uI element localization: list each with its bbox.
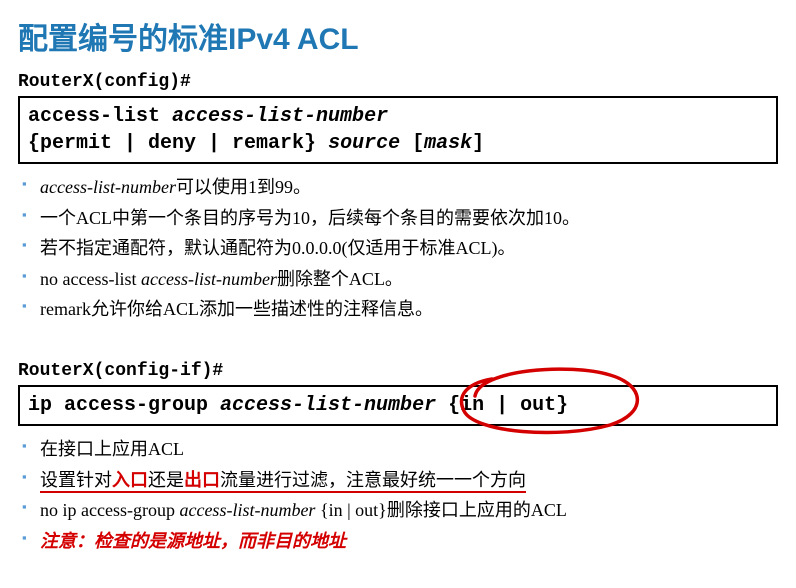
list-item: no ip access-group access-list-number {i… (18, 495, 778, 526)
underlined-text: 设置针对入口还是出口流量进行过滤，注意最好统一一个方向 (40, 470, 526, 493)
text: 流量进行过滤，注意最好统一一个方向 (220, 470, 526, 490)
italic-arg: access-list-number (141, 269, 277, 289)
syntax-keyword: ] (472, 132, 484, 155)
syntax-arg: mask (424, 132, 472, 155)
syntax-box-1: access-list access-list-number {permit |… (18, 96, 778, 164)
syntax-box-2: ip access-group access-list-number {in |… (18, 385, 778, 426)
list-item: access-list-number可以使用1到99。 (18, 172, 778, 203)
list-item: 若不指定通配符，默认通配符为0.0.0.0(仅适用于标准ACL)。 (18, 233, 778, 264)
list-item: remark允许你给ACL添加一些描述性的注释信息。 (18, 294, 778, 325)
text: 可以使用1到99。 (176, 177, 311, 197)
text: no access-list (40, 269, 141, 289)
warning-text: 注意：检查的是源地址，而非目的地址 (40, 531, 346, 551)
config-prompt-2: RouterX(config-if)# (18, 361, 778, 381)
italic-arg: access-list-number (179, 500, 319, 520)
notes-list-1: access-list-number可以使用1到99。 一个ACL中第一个条目的… (18, 172, 778, 325)
text: 设置针对 (40, 470, 112, 490)
list-item: 注意：检查的是源地址，而非目的地址 (18, 526, 778, 557)
config-prompt-1: RouterX(config)# (18, 72, 778, 92)
list-item: 设置针对入口还是出口流量进行过滤，注意最好统一一个方向 (18, 465, 778, 496)
syntax-keyword: ip access-group (28, 394, 220, 417)
text: 删除整个ACL。 (277, 269, 403, 289)
page-title: 配置编号的标准IPv4 ACL (18, 14, 778, 58)
list-item: 一个ACL中第一个条目的序号为10，后续每个条目的需要依次加10。 (18, 203, 778, 234)
red-text: 出口 (184, 470, 220, 490)
text: no ip access-group (40, 500, 179, 520)
syntax-arg: access-list-number (172, 105, 388, 128)
syntax-keyword: [ (400, 132, 424, 155)
italic-arg: access-list-number (40, 177, 176, 197)
syntax-arg: access-list-number (220, 394, 436, 417)
list-item: no access-list access-list-number删除整个ACL… (18, 264, 778, 295)
syntax-arg: source (328, 132, 400, 155)
syntax-keyword: {permit | deny | remark} (28, 132, 328, 155)
syntax-keyword: access-list (28, 105, 172, 128)
syntax-keyword: {in | out} (436, 394, 568, 417)
red-text: 入口 (112, 470, 148, 490)
list-item: 在接口上应用ACL (18, 434, 778, 465)
notes-list-2: 在接口上应用ACL 设置针对入口还是出口流量进行过滤，注意最好统一一个方向 no… (18, 434, 778, 556)
text: {in | out}删除接口上应用的ACL (320, 500, 567, 520)
text: 还是 (148, 470, 184, 490)
